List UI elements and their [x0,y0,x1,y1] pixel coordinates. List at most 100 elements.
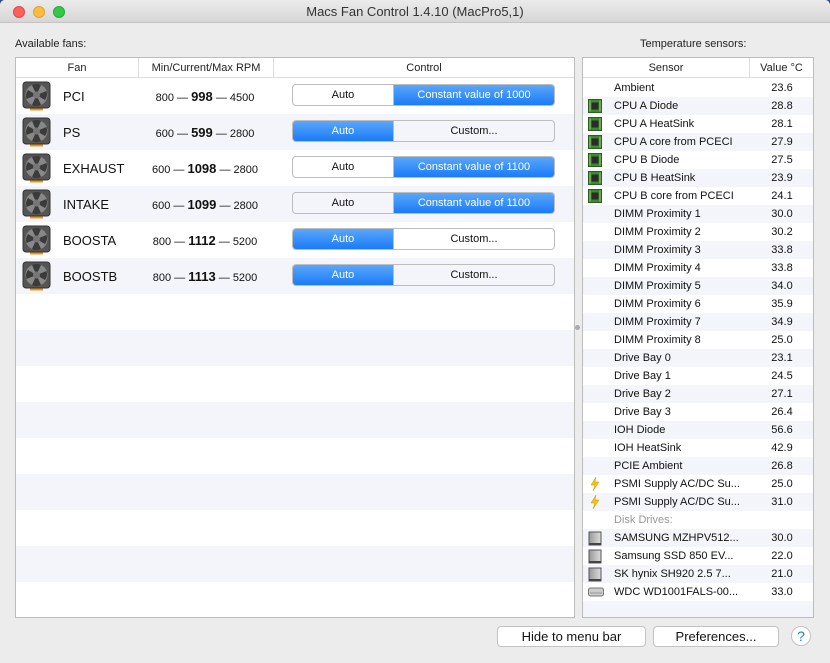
control-segmented: Auto Custom... [292,120,555,142]
custom-segment[interactable]: Constant value of 1000 [394,85,554,105]
sensor-name: CPU A Diode [614,100,679,112]
custom-segment[interactable]: Constant value of 1100 [394,193,554,213]
bolt-icon [588,476,602,492]
custom-segment[interactable]: Custom... [394,121,554,141]
column-fan[interactable]: Fan [16,58,139,77]
sensor-value: 28.1 [771,118,793,130]
fan-rpm: 800 — 1112 — 5200 [152,232,258,248]
column-sensor[interactable]: Sensor [583,58,750,77]
sensor-value: 42.9 [771,442,793,454]
rpm-current: 1113 [188,268,216,284]
empty-row [16,294,574,330]
auto-segment[interactable]: Auto [293,265,394,285]
fan-row: BOOSTA 800 — 1112 — 5200 Auto Custom... [16,222,574,258]
empty-row [16,582,574,617]
custom-segment[interactable]: Custom... [394,265,554,285]
empty-row [583,601,813,617]
fan-name: INTAKE [63,196,109,212]
fan-row: PS 600 — 599 — 2800 Auto Custom... [16,114,574,150]
sensor-value: 23.1 [771,352,793,364]
sensor-row: DIMM Proximity 2 30.2 [583,223,813,241]
auto-segment[interactable]: Auto [293,157,394,177]
sensor-row: SAMSUNG MZHPV512... 30.0 [583,529,813,547]
chip-icon [588,99,602,113]
empty-row [16,474,574,510]
auto-segment[interactable]: Auto [293,193,394,213]
sensors-table: Sensor Value °C Ambient 23.6 CPU A Diode 28… [582,57,814,618]
sensor-name: DIMM Proximity 5 [614,280,701,292]
sensor-name: Drive Bay 1 [614,370,671,382]
ssd-icon [588,567,602,582]
sensor-name: Drive Bay 2 [614,388,671,400]
sensor-name: SK hynix SH920 2.5 7... [614,568,731,580]
sensor-value: 22.0 [771,550,793,562]
rpm-current: 1098 [187,160,217,176]
column-rpm[interactable]: Min/Current/Max RPM [139,58,274,77]
sensors-header: Sensor Value °C [583,58,813,78]
sensor-row: PCIE Ambient 26.8 [583,457,813,475]
sensor-row: Drive Bay 0 23.1 [583,349,813,367]
column-control[interactable]: Control [274,58,574,77]
fan-row: INTAKE 600 — 1099 — 2800 Auto Constant v… [16,186,574,222]
auto-segment[interactable]: Auto [293,85,394,105]
sensor-name: DIMM Proximity 2 [614,226,701,238]
custom-segment[interactable]: Constant value of 1100 [394,157,554,177]
fan-name: BOOSTB [63,268,118,284]
sensor-name: DIMM Proximity 7 [614,316,701,328]
fans-header: Fan Min/Current/Max RPM Control [16,58,574,78]
control-segmented: Auto Constant value of 1100 [292,156,555,178]
sensor-row: DIMM Proximity 1 30.0 [583,205,813,223]
sensor-value: 33.0 [771,586,793,598]
sensor-name: CPU B core from PCECI [614,190,734,202]
sensor-name: CPU A HeatSink [614,118,695,130]
preferences-button[interactable]: Preferences... [653,626,779,647]
bolt-icon [588,494,602,510]
sensor-name: CPU A core from PCECI [614,136,733,148]
sensor-value: 21.0 [771,568,793,580]
hide-to-menu-bar-button[interactable]: Hide to menu bar [497,626,646,647]
rpm-current: 599 [191,124,213,140]
close-button[interactable] [13,6,25,18]
minimize-button[interactable] [33,6,45,18]
auto-segment[interactable]: Auto [293,229,394,249]
rpm-current: 998 [191,88,213,104]
sensor-value: 23.6 [771,82,793,94]
rpm-min: 800 [152,235,172,248]
sensor-row: PSMI Supply AC/DC Su... 25.0 [583,475,813,493]
rpm-max: 2800 [233,199,258,212]
rpm-max: 5200 [232,271,258,284]
custom-segment[interactable]: Custom... [394,229,554,249]
sensor-row: CPU A core from PCECI 27.9 [583,133,813,151]
sensor-row: DIMM Proximity 8 25.0 [583,331,813,349]
sensor-value: 33.8 [771,244,793,256]
fan-rpm: 600 — 599 — 2800 [155,124,255,140]
sensor-row: Drive Bay 2 27.1 [583,385,813,403]
auto-segment[interactable]: Auto [293,121,394,141]
sensor-row: DIMM Proximity 3 33.8 [583,241,813,259]
zoom-button[interactable] [53,6,65,18]
fan-name: PS [63,124,81,140]
fan-icon [22,225,51,255]
sensor-value: 56.6 [771,424,793,436]
chip-icon [588,117,602,131]
sensor-name: DIMM Proximity 1 [614,208,701,220]
rpm-max: 4500 [229,91,255,104]
sensor-row: PSMI Supply AC/DC Su... 31.0 [583,493,813,511]
fan-name: EXHAUST [63,160,125,176]
column-value[interactable]: Value °C [750,58,813,77]
sensor-value: 26.4 [771,406,793,418]
sensor-name: IOH Diode [614,424,666,436]
help-button[interactable]: ? [791,626,811,646]
sensor-row: DIMM Proximity 4 33.8 [583,259,813,277]
sensor-row: WDC WD1001FALS-00... 33.0 [583,583,813,601]
sensor-name: IOH HeatSink [614,442,682,454]
split-handle[interactable] [575,325,580,330]
ssd-icon [588,549,602,564]
sensor-row: IOH HeatSink 42.9 [583,439,813,457]
sensor-name: DIMM Proximity 6 [614,298,701,310]
sensor-value: 34.0 [771,280,793,292]
sensor-name: PSMI Supply AC/DC Su... [614,478,740,490]
sensor-value: 35.9 [771,298,793,310]
fan-icon [22,189,51,219]
empty-row [16,366,574,402]
